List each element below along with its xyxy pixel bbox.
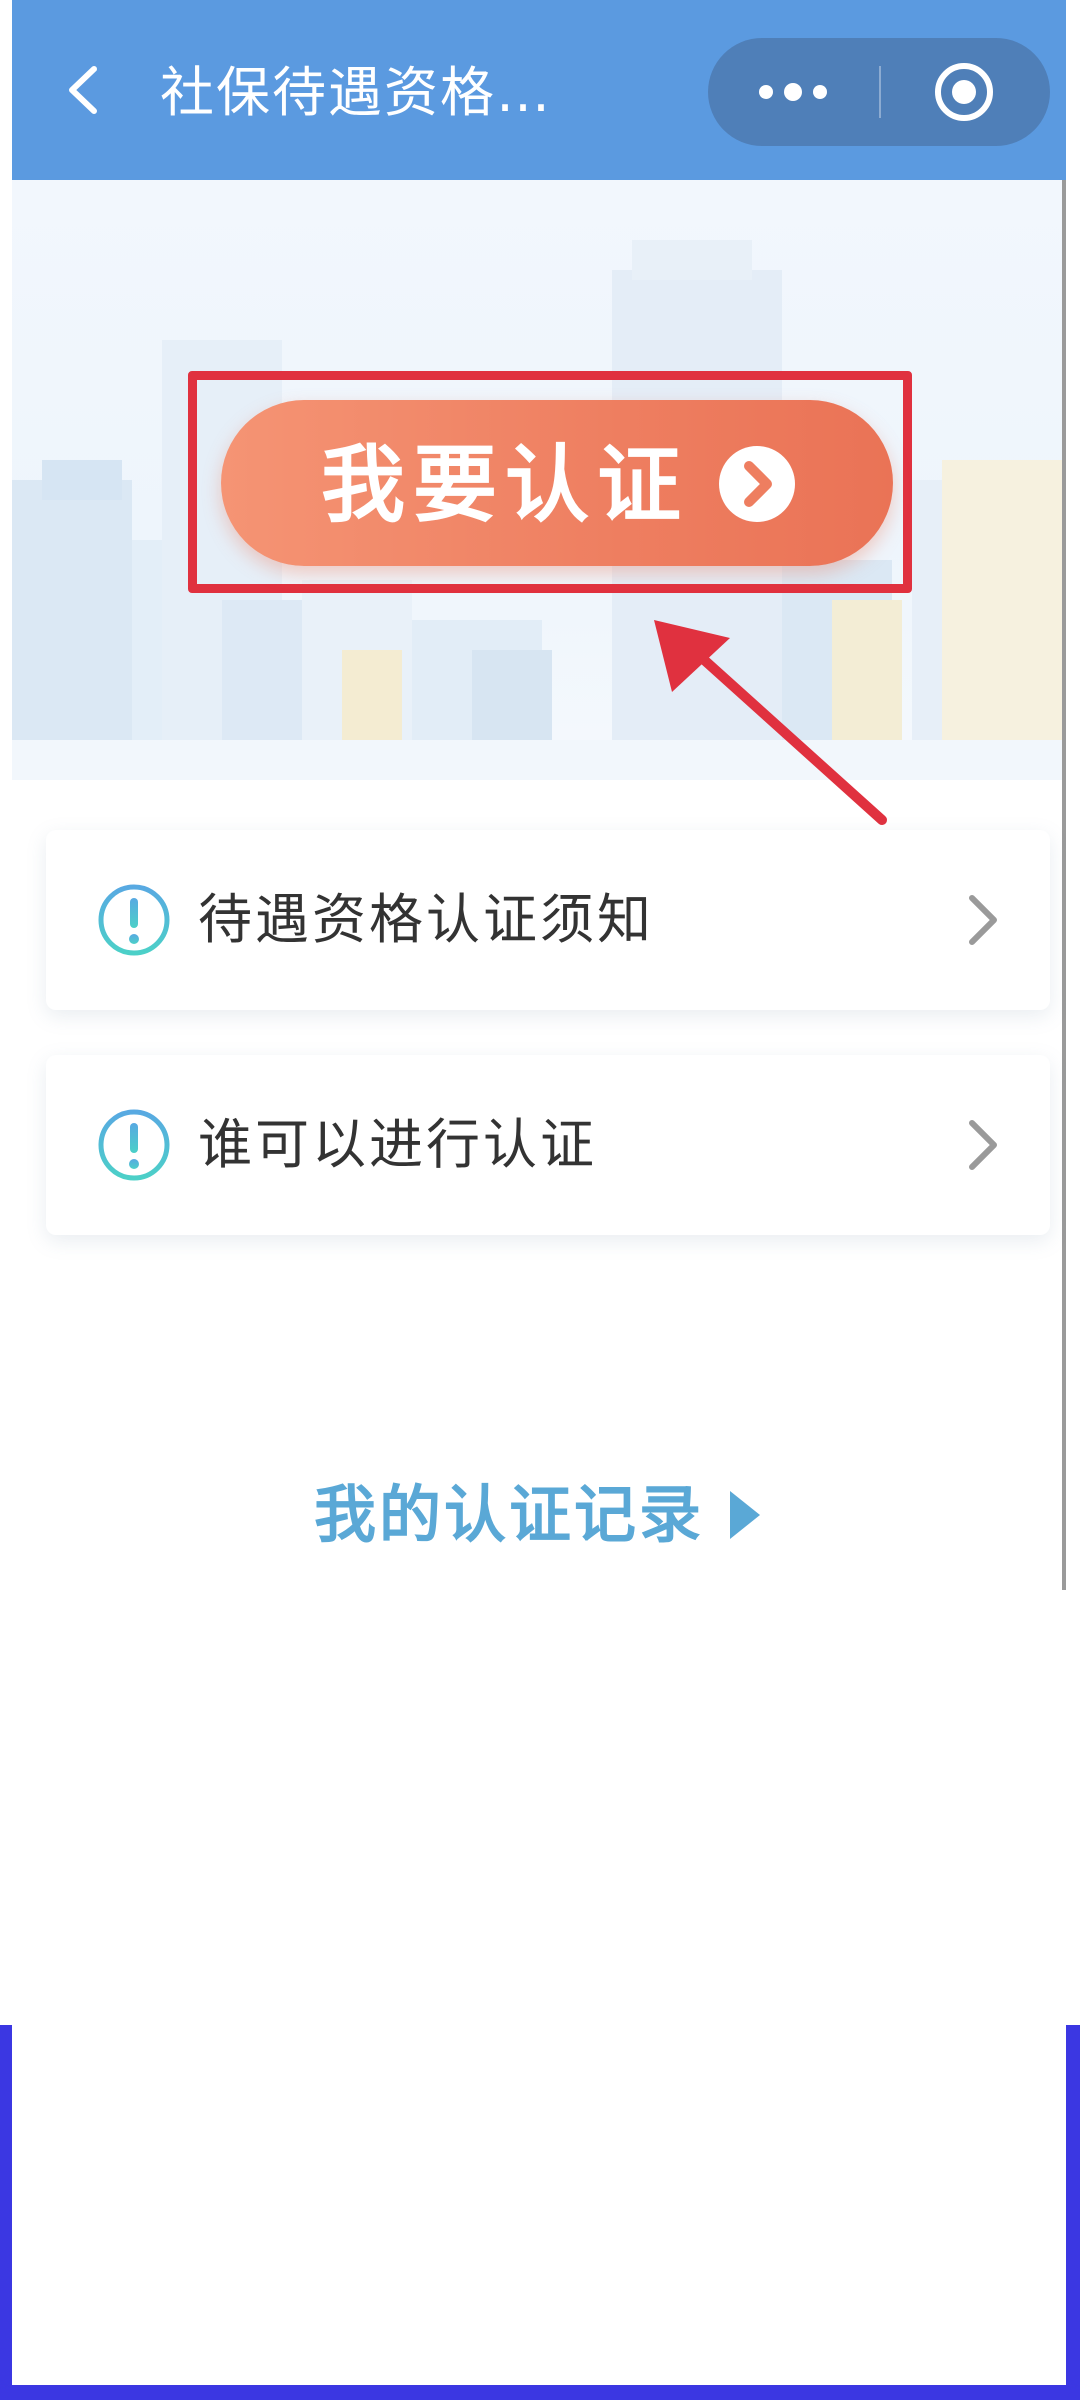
menu-item-label: 谁可以进行认证 <box>198 1113 597 1176</box>
frame-border-right <box>1066 2025 1080 2400</box>
menu-item-label: 待遇资格认证须知 <box>198 888 654 951</box>
chevron-right-icon <box>969 895 997 945</box>
annotation-arrow-icon <box>654 620 887 825</box>
my-records-link[interactable]: 我的认证记录 <box>12 1475 1066 1555</box>
menu-item-who-can-certify[interactable]: 谁可以进行认证 <box>46 1055 1050 1235</box>
frame-border-left <box>0 2025 12 2400</box>
mini-program-capsule <box>708 38 1050 146</box>
my-records-label: 我的认证记录 <box>313 1478 704 1551</box>
back-button[interactable] <box>52 55 122 125</box>
nav-bar: 社保待遇资格… <box>12 0 1066 180</box>
my-records-link-content: 我的认证记录 <box>314 1475 764 1555</box>
more-button[interactable] <box>708 38 878 146</box>
chevron-right-icon <box>969 1120 997 1170</box>
info-circle-icon <box>98 884 170 956</box>
scrollbar[interactable] <box>1062 180 1066 1590</box>
highlight-box: 我要认证 <box>188 371 912 593</box>
menu-item-certification-notice[interactable]: 待遇资格认证须知 <box>46 830 1050 1010</box>
screen: 社保待遇资格… 我要认证 待遇资格认证须知 谁可以进行认证 我的认证记录 <box>12 0 1066 2385</box>
close-button[interactable] <box>880 38 1050 146</box>
chevron-left-icon <box>69 66 97 114</box>
info-circle-icon <box>98 1109 170 1181</box>
caret-right-icon <box>730 1491 760 1539</box>
arrow-circle-right-icon <box>719 446 795 522</box>
verify-button[interactable]: 我要认证 <box>221 400 893 566</box>
target-circle-icon <box>935 63 993 121</box>
more-dots-icon <box>759 83 827 101</box>
verify-button-label: 我要认证 <box>321 436 690 534</box>
page-title: 社保待遇资格… <box>160 61 552 124</box>
frame-border-bottom <box>0 2385 1080 2400</box>
